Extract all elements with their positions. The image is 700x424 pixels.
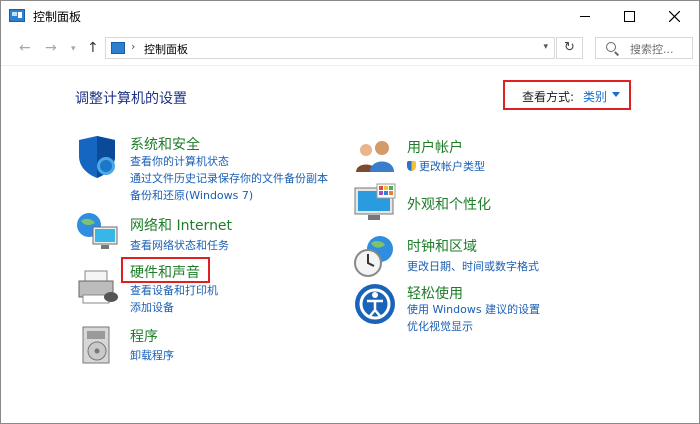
minimize-button[interactable]	[562, 1, 607, 31]
breadcrumb-control-panel[interactable]: 控制面板	[144, 41, 188, 57]
uac-shield-icon	[407, 161, 416, 171]
programs-disc-icon	[82, 326, 110, 364]
up-arrow-icon[interactable]: ↑	[87, 40, 99, 56]
close-button[interactable]	[652, 1, 697, 31]
control-panel-icon	[111, 42, 125, 54]
link-add-device[interactable]: 添加设备	[130, 299, 174, 315]
link-view-computer-status[interactable]: 查看你的计算机状态	[130, 153, 229, 169]
category-appearance-personalization[interactable]: 外观和个性化	[407, 194, 491, 214]
category-network-internet[interactable]: 网络和 Internet	[130, 215, 232, 235]
link-file-history[interactable]: 通过文件历史记录保存你的文件备份副本	[130, 170, 328, 186]
recent-locations-chevron-icon[interactable]: ▾	[71, 44, 76, 54]
link-network-status[interactable]: 查看网络状态和任务	[130, 237, 229, 253]
title-bar: 控制面板	[1, 1, 699, 31]
link-optimize-visual-display[interactable]: 优化视觉显示	[407, 318, 473, 334]
dropdown-arrow-icon[interactable]	[612, 92, 620, 97]
chevron-down-icon[interactable]: ▾	[543, 42, 548, 52]
category-system-security[interactable]: 系统和安全	[130, 134, 200, 154]
link-devices-printers[interactable]: 查看设备和打印机	[130, 282, 218, 298]
maximize-button[interactable]	[607, 1, 652, 31]
refresh-button[interactable]: ↻	[556, 37, 583, 59]
link-uninstall-program[interactable]: 卸载程序	[130, 347, 174, 363]
ease-of-access-icon	[355, 284, 395, 324]
link-windows-suggested-settings[interactable]: 使用 Windows 建议的设置	[407, 301, 540, 317]
network-globe-icon	[77, 213, 118, 249]
category-programs[interactable]: 程序	[130, 326, 158, 346]
search-icon	[606, 42, 616, 52]
address-toolbar: ← → ▾ ↑ › 控制面板 ▾ ↻ 搜索控...	[1, 31, 699, 65]
shield-icon	[79, 136, 115, 178]
window-title: 控制面板	[33, 10, 82, 24]
control-panel-window: 控制面板 ← → ▾ ↑ › 控制面板 ▾ ↻ 搜索控... 调整计算机的设置 …	[0, 0, 700, 424]
breadcrumb-separator-icon[interactable]: ›	[131, 40, 135, 53]
printer-icon	[78, 270, 118, 304]
link-change-account-type-text[interactable]: 更改帐户类型	[419, 160, 485, 173]
minimize-icon	[579, 15, 590, 17]
forward-arrow-icon[interactable]: →	[45, 40, 57, 56]
view-by-label: 查看方式:	[522, 90, 575, 104]
link-change-date-time-format[interactable]: 更改日期、时间或数字格式	[407, 258, 539, 274]
page-heading: 调整计算机的设置	[75, 91, 187, 107]
search-box[interactable]: 搜索控...	[595, 37, 693, 59]
users-icon	[356, 141, 394, 172]
toolbar-divider	[1, 65, 699, 66]
category-clock-region[interactable]: 时钟和区域	[407, 236, 477, 256]
address-bar[interactable]: › 控制面板 ▾	[105, 37, 555, 59]
back-arrow-icon[interactable]: ←	[19, 40, 31, 56]
close-icon	[669, 10, 680, 22]
control-panel-icon	[9, 9, 25, 22]
link-change-account-type[interactable]: 更改帐户类型	[407, 158, 485, 174]
refresh-icon: ↻	[564, 40, 575, 55]
monitor-colors-icon	[354, 183, 396, 220]
clock-globe-icon	[354, 236, 393, 277]
search-input[interactable]: 搜索控...	[630, 41, 674, 57]
category-ease-of-access[interactable]: 轻松使用	[407, 283, 463, 303]
view-by-dropdown[interactable]: 类别	[583, 88, 607, 105]
link-backup-restore[interactable]: 备份和还原(Windows 7)	[130, 187, 253, 203]
maximize-icon	[624, 10, 635, 22]
category-user-accounts[interactable]: 用户帐户	[407, 137, 463, 157]
category-hardware-sound[interactable]: 硬件和声音	[130, 262, 200, 282]
view-by-control[interactable]: 查看方式: 类别	[503, 80, 631, 110]
